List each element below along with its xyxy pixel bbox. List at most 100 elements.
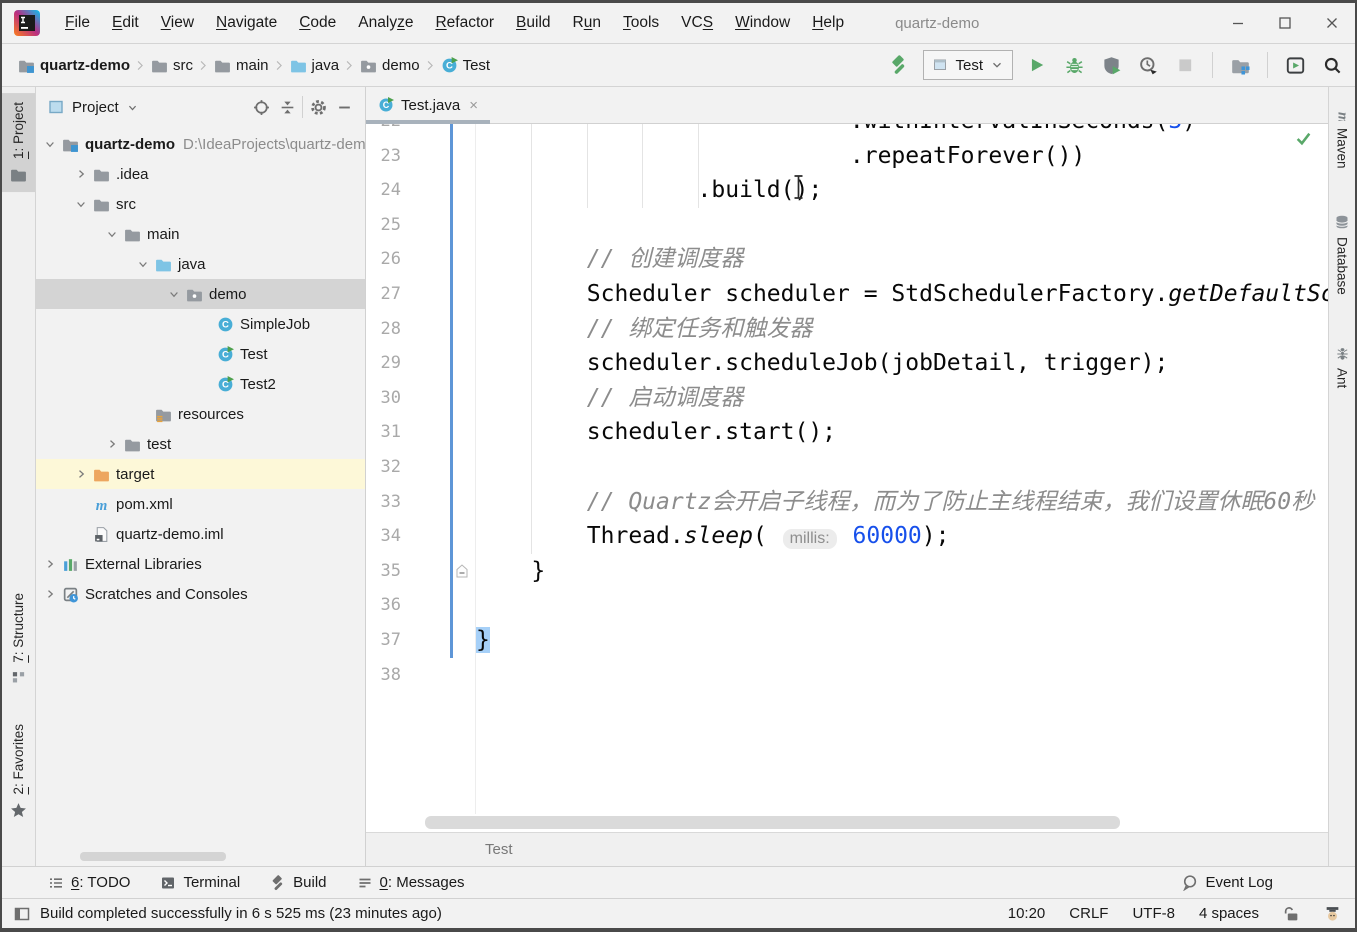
caret-position[interactable]: 10:20	[1008, 905, 1046, 922]
tree-item-test[interactable]: test	[36, 429, 365, 459]
ide-window: FileEditViewNavigateCodeAnalyzeRefactorB…	[0, 0, 1357, 932]
tab-test-java[interactable]: C Test.java ×	[366, 87, 490, 123]
run-config-combo[interactable]: Test	[923, 50, 1013, 80]
line-number: 23	[366, 139, 475, 174]
menu-help[interactable]: Help	[801, 10, 855, 36]
hector-inspector-icon[interactable]	[1324, 905, 1341, 922]
tw-database-icon	[1334, 214, 1350, 230]
tree-item-test2[interactable]: CTest2	[36, 369, 365, 399]
menu-vcs[interactable]: VCS	[670, 10, 724, 36]
breadcrumb-test[interactable]: CTest	[441, 57, 491, 74]
menu-analyze[interactable]: Analyze	[347, 10, 424, 36]
run-button[interactable]	[1024, 52, 1050, 78]
chevron-down-icon[interactable]	[127, 102, 138, 113]
menu-tools[interactable]: Tools	[612, 10, 670, 36]
project-folder-icon	[62, 136, 79, 153]
hide-panel-button[interactable]	[331, 94, 357, 120]
stripe-project[interactable]: 1: Project	[2, 93, 35, 192]
stripe-ant[interactable]: Ant	[1329, 337, 1355, 397]
breadcrumb-java[interactable]: java	[290, 57, 340, 74]
tree-item-main[interactable]: main	[36, 219, 365, 249]
menu-navigate[interactable]: Navigate	[205, 10, 288, 36]
maximize-button[interactable]	[1261, 3, 1308, 43]
breadcrumb-quartz-demo[interactable]: quartz-demo	[18, 57, 130, 74]
stripe-maven[interactable]: mMaven	[1329, 95, 1355, 178]
stop-button[interactable]	[1172, 52, 1198, 78]
menu-edit[interactable]: Edit	[101, 10, 150, 36]
settings-button[interactable]	[305, 94, 331, 120]
breadcrumb-demo[interactable]: demo	[360, 57, 420, 74]
chevron-down-icon	[168, 288, 180, 300]
menu-window[interactable]: Window	[724, 10, 801, 36]
tree-item-test[interactable]: CTest	[36, 339, 365, 369]
editor-horizontal-scrollbar[interactable]	[366, 814, 1328, 832]
debug-button[interactable]	[1061, 52, 1087, 78]
code-line-27: Scheduler scheduler = StdSchedulerFactor…	[476, 277, 1328, 312]
stripe-database[interactable]: Database	[1329, 205, 1355, 304]
tree-item-pom.xml[interactable]: mpom.xml	[36, 489, 365, 519]
project-horizontal-scrollbar[interactable]	[80, 852, 226, 861]
breadcrumb-src[interactable]: src	[151, 57, 193, 74]
tree-item-resources[interactable]: resources	[36, 399, 365, 429]
tree-item-quartz-demo.iml[interactable]: quartz-demo.iml	[36, 519, 365, 549]
coverage-button[interactable]	[1098, 52, 1124, 78]
menu-refactor[interactable]: Refactor	[424, 10, 505, 36]
editor-gutter: 2223242526272829303132333435363738	[366, 124, 476, 814]
line-number: 24	[366, 173, 475, 208]
toolbar-0--messages[interactable]: 0: Messages	[357, 874, 465, 891]
bug-icon	[1065, 56, 1084, 75]
fold-collapse-icon[interactable]	[454, 563, 470, 579]
unlock-icon[interactable]	[1283, 905, 1300, 922]
menu-code[interactable]: Code	[288, 10, 347, 36]
tree-item-.idea[interactable]: .idea	[36, 159, 365, 189]
close-button[interactable]	[1308, 3, 1355, 43]
event-log-button[interactable]: Event Log	[1181, 874, 1273, 891]
tree-item-target[interactable]: target	[36, 459, 365, 489]
project-panel-title[interactable]: Project	[72, 99, 119, 116]
code-text[interactable]: .withIntervalInSeconds(3) .repeatForever…	[476, 124, 1328, 814]
line-number: 33	[366, 485, 475, 520]
project-structure-button[interactable]	[1227, 52, 1253, 78]
mouse-cursor-ibeam	[792, 174, 805, 200]
build-project[interactable]	[886, 52, 912, 78]
toolbar-build[interactable]: Build	[270, 874, 326, 891]
tool-window-toggle-icon[interactable]	[14, 906, 30, 922]
chevron-down-icon	[137, 258, 149, 270]
tree-item-src[interactable]: src	[36, 189, 365, 219]
line-number: 27	[366, 277, 475, 312]
code-viewport[interactable]: 2223242526272829303132333435363738 .with…	[366, 124, 1328, 814]
search-everywhere-button[interactable]	[1319, 52, 1345, 78]
minimize-button[interactable]	[1214, 3, 1261, 43]
code-line-34: Thread.sleep( millis: 60000);	[476, 519, 1328, 554]
close-icon[interactable]: ×	[469, 97, 478, 114]
toolbar-separator	[1267, 52, 1268, 78]
toolbar-terminal[interactable]: Terminal	[160, 874, 240, 891]
tree-item-external-libraries[interactable]: External Libraries	[36, 549, 365, 579]
tree-item-quartz-demo[interactable]: quartz-demoD:\IdeaProjects\quartz-demo	[36, 129, 365, 159]
indent-style[interactable]: 4 spaces	[1199, 905, 1259, 922]
run-anything-button[interactable]	[1282, 52, 1308, 78]
tree-item-scratches-and-consoles[interactable]: Scratches and Consoles	[36, 579, 365, 609]
menu-run[interactable]: Run	[562, 10, 612, 36]
status-message[interactable]: Build completed successfully in 6 s 525 …	[40, 905, 442, 922]
editor-breadcrumb[interactable]: Test	[366, 832, 1328, 866]
tree-item-simplejob[interactable]: CSimpleJob	[36, 309, 365, 339]
menu-view[interactable]: View	[150, 10, 205, 36]
collapse-all-button[interactable]	[274, 94, 300, 120]
tree-item-java[interactable]: java	[36, 249, 365, 279]
code-line-37: }	[476, 623, 1328, 658]
line-separator[interactable]: CRLF	[1069, 905, 1108, 922]
profiler-button[interactable]	[1135, 52, 1161, 78]
project-tool-window: Project quartz-demoD:\IdeaProjects\quart…	[36, 87, 366, 866]
file-encoding[interactable]: UTF-8	[1132, 905, 1175, 922]
tree-item-demo[interactable]: demo	[36, 279, 365, 309]
inspection-ok-icon[interactable]	[1295, 130, 1312, 147]
select-opened-file-button[interactable]	[248, 94, 274, 120]
stripe-favorites[interactable]: 2: Favorites	[2, 715, 35, 828]
stripe-structure[interactable]: 7: Structure	[2, 584, 35, 694]
breadcrumb-main[interactable]: main	[214, 57, 269, 74]
menu-build[interactable]: Build	[505, 10, 561, 36]
toolbar-6--todo[interactable]: 6: TODO	[48, 874, 130, 891]
tab-label: Test.java	[401, 97, 460, 114]
menu-file[interactable]: File	[54, 10, 101, 36]
